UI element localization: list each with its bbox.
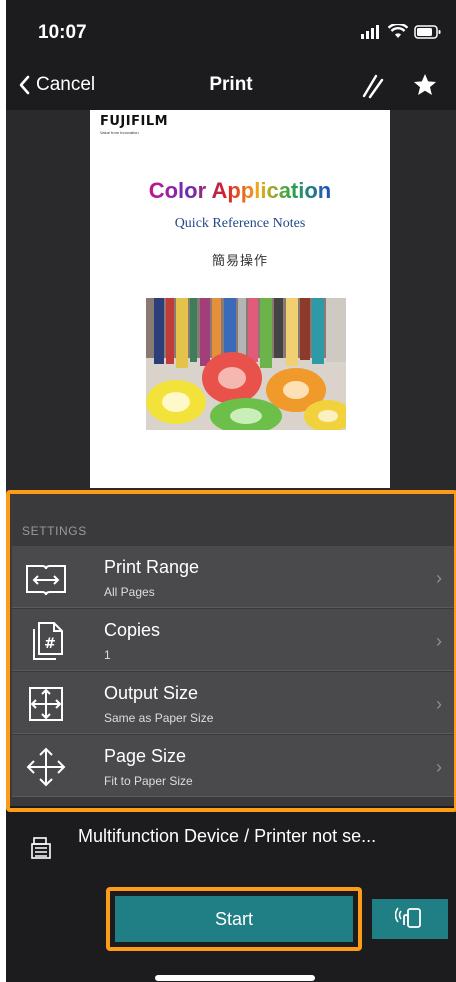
battery-icon xyxy=(414,24,441,39)
wifi-icon xyxy=(388,24,408,38)
document-subtitle-cn: 簡易操作 xyxy=(211,253,268,268)
brand-tagline: Value from Innovation xyxy=(100,130,139,135)
paper-rolls-photo xyxy=(146,298,346,430)
document-title-text: Color Application xyxy=(149,178,332,203)
device-label: Multifunction Device / Printer not se... xyxy=(78,826,377,846)
status-bar: 10:07 xyxy=(6,0,456,64)
signal-icon xyxy=(361,24,379,39)
print-screen: 10:07 Cancel Print FUJIFILM Value from I… xyxy=(6,0,456,982)
printer-icon xyxy=(31,837,51,859)
document-page: FUJIFILM Value from Innovation Color App… xyxy=(90,110,390,488)
nfc-touch-button[interactable] xyxy=(372,899,448,939)
document-title: Color Application xyxy=(149,178,332,203)
page-title: Print xyxy=(209,74,253,95)
home-indicator xyxy=(155,975,315,981)
settings-highlight xyxy=(6,490,456,812)
status-icons xyxy=(360,24,442,39)
device-selector[interactable]: Multifunction Device / Printer not se... xyxy=(6,814,456,894)
document-subtitle: Quick Reference Notes xyxy=(174,216,306,231)
navigation-bar: Cancel Print xyxy=(6,64,456,110)
status-time: 10:07 xyxy=(38,22,87,43)
brand-logo: FUJIFILM xyxy=(100,114,169,129)
document-preview[interactable]: FUJIFILM Value from Innovation Color App… xyxy=(6,110,456,490)
annotate-icon[interactable] xyxy=(360,72,386,100)
nfc-touch-icon xyxy=(395,907,421,928)
start-button[interactable]: Start xyxy=(115,896,353,942)
favorite-star-icon[interactable] xyxy=(412,72,438,98)
